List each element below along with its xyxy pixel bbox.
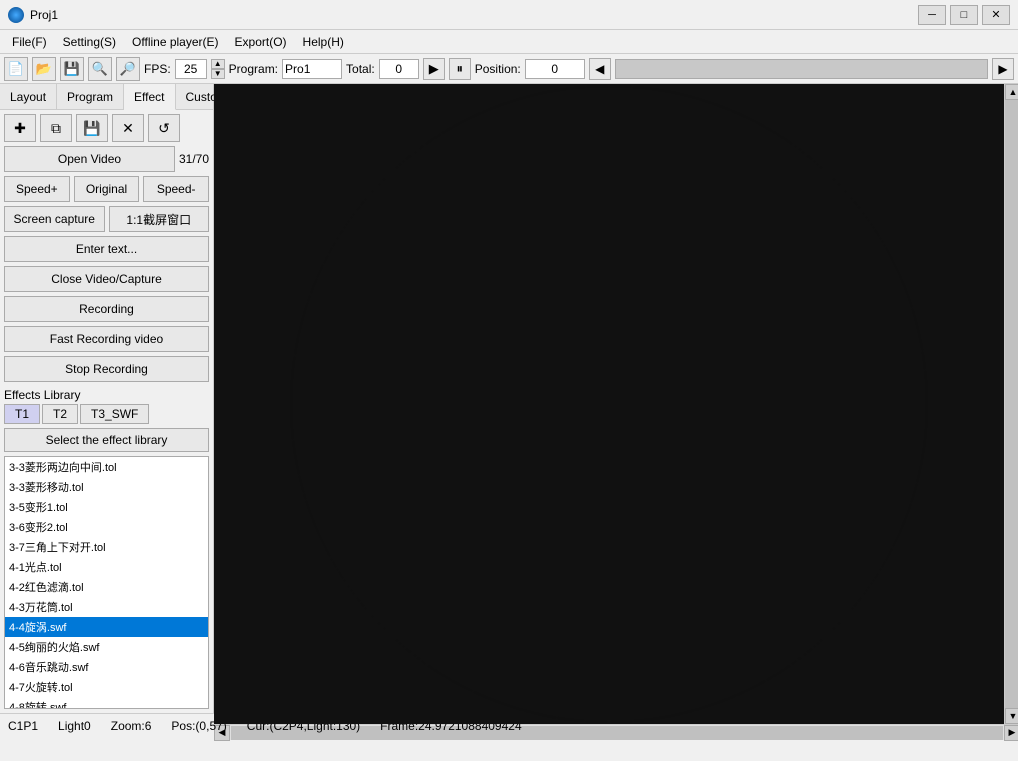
titlebar-left: Proj1 — [8, 7, 58, 23]
tab-program[interactable]: Program — [57, 84, 124, 110]
scroll-right-arrow[interactable]: ▶ — [1004, 725, 1018, 741]
speed-row: Speed+ Original Speed- — [4, 176, 209, 202]
list-item[interactable]: 4-5绚丽的火焰.swf — [5, 637, 208, 657]
list-item[interactable]: 4-1光点.tol — [5, 557, 208, 577]
effects-tab-t1[interactable]: T1 — [4, 404, 40, 424]
position-input[interactable] — [525, 59, 585, 79]
fps-up-button[interactable]: ▲ — [211, 59, 225, 69]
enter-text-button[interactable]: Enter text... — [4, 236, 209, 262]
recording-button[interactable]: Recording — [4, 296, 209, 322]
effects-tabs: T1 T2 T3_SWF — [4, 404, 209, 424]
capture-row: Screen capture 1:1截屏窗口 — [4, 206, 209, 232]
list-item[interactable]: 3-7三角上下对开.tol — [5, 537, 208, 557]
tab-layout[interactable]: Layout — [0, 84, 57, 110]
stop-recording-button[interactable]: Stop Recording — [4, 356, 209, 382]
menu-offline-player[interactable]: Offline player(E) — [124, 33, 226, 51]
tab-effect[interactable]: Effect — [124, 84, 175, 110]
total-label: Total: — [346, 62, 375, 76]
led-display — [214, 84, 1004, 724]
progress-bar[interactable] — [615, 59, 988, 79]
select-effect-library-button[interactable]: Select the effect library — [4, 428, 209, 452]
list-item[interactable]: 4-2红色滤滴.tol — [5, 577, 208, 597]
list-item[interactable]: 4-3万花筒.tol — [5, 597, 208, 617]
canvas-and-scroll: ▲ ▼ ◀ ▶ — [214, 84, 1018, 740]
new-button[interactable]: 📄 — [4, 57, 28, 81]
titlebar: Proj1 ─ □ ✕ — [0, 0, 1018, 30]
delete-icon[interactable]: ✕ — [112, 114, 144, 142]
save-button[interactable]: 💾 — [60, 57, 84, 81]
save-icon[interactable]: 💾 — [76, 114, 108, 142]
effects-library: Effects Library T1 T2 T3_SWF Select the … — [4, 388, 209, 709]
list-item[interactable]: 3-5变形1.tol — [5, 497, 208, 517]
canvas-main: ▲ ▼ — [214, 84, 1018, 724]
list-item[interactable]: 4-8旋转.swf — [5, 697, 208, 709]
main-area: Layout Program Effect Custom ◀ ▶ ✚ ⧉ 💾 ✕… — [0, 84, 1018, 713]
effects-list[interactable]: 3-3菱形两边向中间.tol3-3菱形移动.tol3-5变形1.tol3-6变形… — [4, 456, 209, 709]
fps-label: FPS: — [144, 62, 171, 76]
list-item[interactable]: 4-7火旋转.tol — [5, 677, 208, 697]
list-item[interactable]: 3-6变形2.tol — [5, 517, 208, 537]
position-label: Position: — [475, 62, 521, 76]
fps-spinner: ▲ ▼ — [211, 59, 225, 79]
speed-minus-button[interactable]: Speed- — [143, 176, 209, 202]
prev-button[interactable]: ◀ — [589, 58, 611, 80]
right-scrollbar[interactable]: ▲ ▼ — [1004, 84, 1018, 724]
total-input[interactable] — [379, 59, 419, 79]
effects-tab-t3[interactable]: T3_SWF — [80, 404, 149, 424]
close-video-button[interactable]: Close Video/Capture — [4, 266, 209, 292]
ratio-window-button[interactable]: 1:1截屏窗口 — [109, 206, 210, 232]
menu-help[interactable]: Help(H) — [295, 33, 352, 51]
scroll-thumb-vertical[interactable] — [1005, 100, 1018, 708]
left-content: ✚ ⧉ 💾 ✕ ↺ Open Video 31/70 Speed+ Origin… — [0, 110, 213, 713]
original-button[interactable]: Original — [74, 176, 140, 202]
minimize-button[interactable]: ─ — [918, 5, 946, 25]
program-label: Program: — [229, 62, 278, 76]
open-video-button[interactable]: Open Video — [4, 146, 175, 172]
menu-file[interactable]: File(F) — [4, 33, 55, 51]
program-input[interactable] — [282, 59, 342, 79]
toolbar: 📄 📂 💾 🔍 🔎 FPS: ▲ ▼ Program: Total: ▶ ⏸ P… — [0, 54, 1018, 84]
canvas-area — [214, 84, 1004, 724]
scroll-down-arrow[interactable]: ▼ — [1005, 708, 1018, 724]
app-icon — [8, 7, 24, 23]
list-item[interactable]: 3-3菱形移动.tol — [5, 477, 208, 497]
icon-row: ✚ ⧉ 💾 ✕ ↺ — [4, 114, 209, 142]
pause-button[interactable]: ⏸ — [449, 58, 471, 80]
undo-icon[interactable]: ↺ — [148, 114, 180, 142]
close-button[interactable]: ✕ — [982, 5, 1010, 25]
copy-icon[interactable]: ⧉ — [40, 114, 72, 142]
open-video-row: Open Video 31/70 — [4, 146, 209, 172]
effects-tab-t2[interactable]: T2 — [42, 404, 78, 424]
play-button[interactable]: ▶ — [423, 58, 445, 80]
status-zoom: Zoom:6 — [111, 719, 152, 733]
titlebar-title: Proj1 — [30, 8, 58, 22]
search2-button[interactable]: 🔎 — [116, 57, 140, 81]
maximize-button[interactable]: □ — [950, 5, 978, 25]
menu-export[interactable]: Export(O) — [227, 33, 295, 51]
menubar: File(F) Setting(S) Offline player(E) Exp… — [0, 30, 1018, 54]
scroll-up-arrow[interactable]: ▲ — [1005, 84, 1018, 100]
screen-capture-button[interactable]: Screen capture — [4, 206, 105, 232]
list-item[interactable]: 3-3菱形两边向中间.tol — [5, 457, 208, 477]
open-button[interactable]: 📂 — [32, 57, 56, 81]
list-item[interactable]: 4-6音乐跳动.swf — [5, 657, 208, 677]
search-button[interactable]: 🔍 — [88, 57, 112, 81]
canvas-wrapper: ▲ ▼ ◀ ▶ — [214, 84, 1018, 713]
effects-library-label: Effects Library — [4, 388, 209, 402]
status-c1p1: C1P1 — [8, 719, 38, 733]
tabs-bar: Layout Program Effect Custom ◀ ▶ — [0, 84, 213, 110]
open-video-count: 31/70 — [179, 152, 209, 166]
menu-setting[interactable]: Setting(S) — [55, 33, 124, 51]
list-item[interactable]: 4-4旋涡.swf — [5, 617, 208, 637]
left-panel: Layout Program Effect Custom ◀ ▶ ✚ ⧉ 💾 ✕… — [0, 84, 214, 713]
fps-input[interactable] — [175, 59, 207, 79]
fast-recording-button[interactable]: Fast Recording video — [4, 326, 209, 352]
titlebar-controls: ─ □ ✕ — [918, 5, 1010, 25]
next-button[interactable]: ▶ — [992, 58, 1014, 80]
add-icon[interactable]: ✚ — [4, 114, 36, 142]
speed-plus-button[interactable]: Speed+ — [4, 176, 70, 202]
fps-down-button[interactable]: ▼ — [211, 69, 225, 79]
status-light: Light0 — [58, 719, 91, 733]
